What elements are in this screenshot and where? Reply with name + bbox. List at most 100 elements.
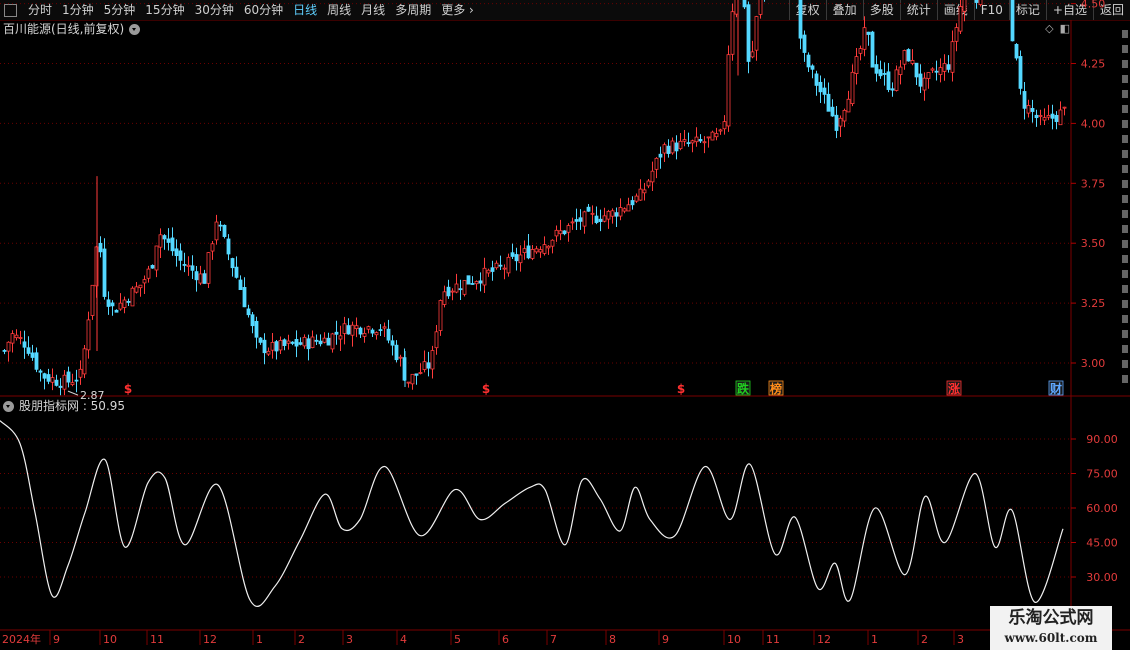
candle-body [430,350,435,370]
candle-body [586,206,591,212]
side-panel-mark [1122,165,1128,173]
event-marker: 涨 [948,381,960,396]
candle-body [202,273,207,284]
candle-body [826,93,831,112]
candle-body [718,129,723,132]
candle-body [698,139,703,142]
candle-body [290,341,295,344]
candle-body [874,64,879,74]
candle-body [142,279,147,284]
candle-body [954,27,959,42]
candle-body [910,59,915,64]
candle-body [182,264,187,266]
month-label: 9 [53,633,60,646]
price-axis-label: 3.25 [1081,297,1106,310]
candle-body [730,11,735,55]
side-panel-mark [1122,120,1128,128]
candle-body [254,320,259,338]
candle-body [346,325,351,335]
candlestick-series [2,0,1067,396]
candle-body [294,338,299,347]
candle-body [1038,115,1043,117]
candle-body [214,221,219,241]
candle-body [654,157,659,170]
side-panel-mark [1122,75,1128,83]
indicator-axis-label: 75.00 [1086,468,1118,481]
candle-body [310,336,315,348]
candle-body [166,238,171,243]
candle-body [918,73,923,87]
candle-body [974,0,979,3]
candle-body [902,50,907,65]
candle-body [58,385,63,388]
side-panel-mark [1122,195,1128,203]
candle-body [38,370,43,373]
side-panel-mark [1122,180,1128,188]
candle-body [526,245,531,259]
candle-body [1018,56,1023,89]
candle-body [34,352,39,370]
candle-body [134,286,139,293]
candle-body [118,302,123,310]
candle-body [962,0,967,12]
price-axis-label: 3.75 [1081,177,1106,190]
candle-body [502,267,507,270]
candle-body [46,374,51,382]
candle-body [1022,91,1027,109]
candle-body [978,0,983,5]
candle-body [114,309,119,313]
candle-body [174,248,179,257]
candle-body [54,379,59,386]
candle-body [610,210,615,217]
candle-body [842,109,847,122]
candle-body [930,68,935,71]
candle-body [262,339,267,354]
candle-body [426,362,431,369]
candle-body [1010,0,1015,42]
candle-body [546,245,551,249]
price-axis-label: 3.50 [1081,237,1106,250]
candle-body [574,219,579,222]
side-panel-mark [1122,30,1128,38]
candle-body [614,212,619,217]
candle-body [434,331,439,349]
candle-body [18,337,23,339]
candle-body [506,256,511,274]
side-panel-mark [1122,300,1128,308]
side-panel-mark [1122,90,1128,98]
candle-body [578,217,583,222]
candle-body [206,252,211,284]
candle-body [630,200,635,206]
candle-body [238,279,243,291]
month-label: 3 [346,633,353,646]
month-label: 12 [203,633,217,646]
candle-body [1062,106,1067,109]
candle-body [158,234,163,248]
candle-body [374,332,379,336]
candle-body [406,381,411,384]
candle-body [638,188,643,201]
side-panel-mark [1122,315,1128,323]
candle-body [86,319,91,351]
candle-body [538,249,543,253]
candle-body [514,254,519,262]
candle-body [298,342,303,345]
event-marker: $ [677,382,685,396]
side-panel-mark [1122,135,1128,143]
candle-body [382,326,387,329]
candle-body [146,268,151,279]
candle-body [498,264,503,267]
chart-canvas[interactable]: 5.505.255.004.754.504.254.003.753.503.25… [0,0,1130,650]
candle-body [1046,115,1051,118]
side-panel-mark [1122,360,1128,368]
event-marker: 财 [1049,381,1062,396]
candle-body [486,269,491,274]
candle-body [570,221,575,224]
candle-body [858,48,863,54]
candle-body [746,4,751,62]
candle-body [330,333,335,350]
price-axis-label: 4.50 [1081,0,1106,11]
side-panel-mark [1122,375,1128,383]
candle-body [522,248,527,253]
event-marker: $ [124,382,132,396]
